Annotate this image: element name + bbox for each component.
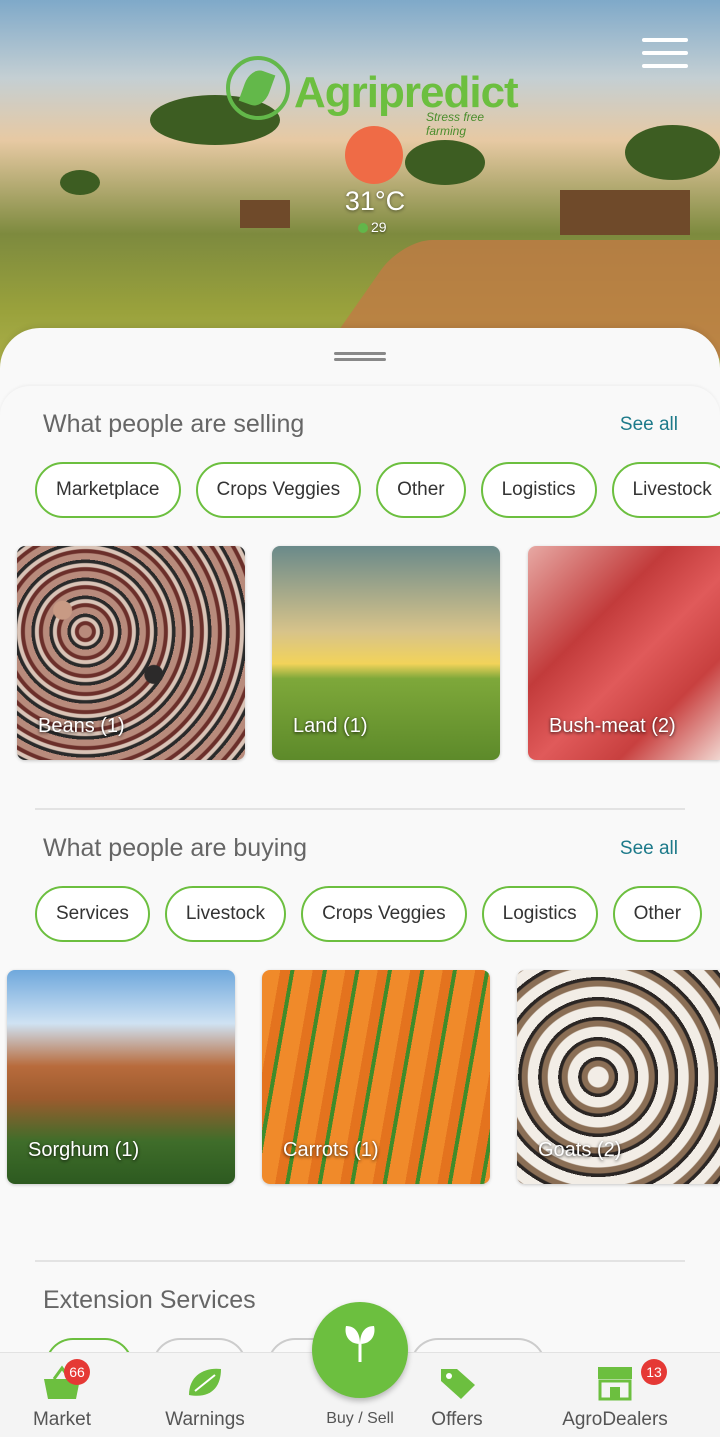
chip-other[interactable]: Other: [612, 886, 703, 942]
nav-market-label: Market: [32, 1409, 92, 1430]
extension-title: Extension Services: [43, 1286, 256, 1314]
nav-offers-label: Offers: [431, 1409, 483, 1430]
selling-cards: Beans (1) Land (1) Bush-meat (2): [17, 546, 720, 760]
buy-sell-label: Buy / Sell: [326, 1410, 394, 1427]
brand-tagline: Stress free farming: [426, 110, 485, 138]
card-goats[interactable]: Goats (2): [517, 970, 720, 1184]
temperature: 31°C: [344, 186, 406, 216]
chip-logistics[interactable]: Logistics: [480, 462, 597, 518]
chip-logistics[interactable]: Logistics: [481, 886, 598, 942]
location-pin-icon: [358, 223, 368, 234]
hut-decoration: [240, 200, 290, 228]
leaf-warning-icon: [189, 1368, 221, 1396]
shop-icon: [598, 1367, 632, 1401]
chip-livestock[interactable]: Livestock: [611, 462, 720, 518]
sheet-content: What people are selling See all Marketpl…: [0, 386, 720, 1437]
chip-crops-veggies[interactable]: Crops Veggies: [301, 886, 467, 942]
nav-agrodealers[interactable]: 13 AgroDealers: [555, 1353, 675, 1437]
card-label: Goats (2): [538, 1139, 622, 1161]
nav-agrodealers-label: AgroDealers: [562, 1409, 668, 1430]
buying-cards: Sorghum (1) Carrots (1) Goats (2): [7, 970, 720, 1184]
buy-sell-button[interactable]: [312, 1302, 408, 1398]
section-divider: [35, 1260, 685, 1262]
market-badge: 66: [64, 1359, 90, 1385]
card-label: Carrots (1): [283, 1139, 379, 1161]
location-count: 29: [371, 219, 387, 235]
buying-see-all-link[interactable]: See all: [620, 838, 678, 860]
selling-see-all-link[interactable]: See all: [620, 414, 678, 436]
tree-decoration: [625, 125, 720, 180]
chip-services[interactable]: Services: [35, 886, 150, 942]
card-bush-meat[interactable]: Bush-meat (2): [528, 546, 720, 760]
location-indicator: 29: [358, 219, 387, 235]
agrodealers-badge: 13: [641, 1359, 667, 1385]
drag-handle[interactable]: [334, 352, 386, 361]
nav-warnings[interactable]: Warnings: [150, 1353, 260, 1437]
card-sorghum[interactable]: Sorghum (1): [7, 970, 235, 1184]
chip-other[interactable]: Other: [376, 462, 466, 518]
tree-decoration: [405, 140, 485, 185]
card-beans[interactable]: Beans (1): [17, 546, 245, 760]
nav-market[interactable]: 66 Market: [10, 1353, 114, 1437]
sun-icon: [345, 126, 403, 184]
card-label: Sorghum (1): [28, 1139, 140, 1161]
menu-button[interactable]: [642, 38, 688, 72]
hut-decoration: [560, 190, 690, 235]
selling-title: What people are selling: [43, 410, 305, 438]
nav-warnings-label: Warnings: [165, 1409, 245, 1430]
bottom-sheet: What people are selling See all Marketpl…: [0, 328, 720, 1437]
nav-offers[interactable]: Offers: [412, 1353, 502, 1437]
card-label: Bush-meat (2): [549, 715, 676, 737]
card-carrots[interactable]: Carrots (1): [262, 970, 490, 1184]
logo-leaf-icon: [226, 56, 290, 120]
chip-crops-veggies[interactable]: Crops Veggies: [195, 462, 362, 518]
card-label: Land (1): [293, 715, 368, 737]
card-land[interactable]: Land (1): [272, 546, 500, 760]
buying-chip-row: Services Livestock Crops Veggies Logistics O…: [35, 886, 717, 942]
buying-title: What people are buying: [43, 834, 308, 862]
card-label: Beans (1): [38, 715, 125, 737]
selling-chip-row: Marketplace Crops Veggies Other Logistics Li…: [35, 462, 720, 518]
chip-livestock[interactable]: Livestock: [164, 886, 287, 942]
section-divider: [35, 808, 685, 810]
chip-marketplace[interactable]: Marketplace: [35, 462, 181, 518]
hamburger-icon: [642, 38, 688, 42]
tag-icon: [441, 1369, 475, 1399]
plant-icon: [345, 1326, 375, 1362]
tree-decoration: [60, 170, 100, 195]
